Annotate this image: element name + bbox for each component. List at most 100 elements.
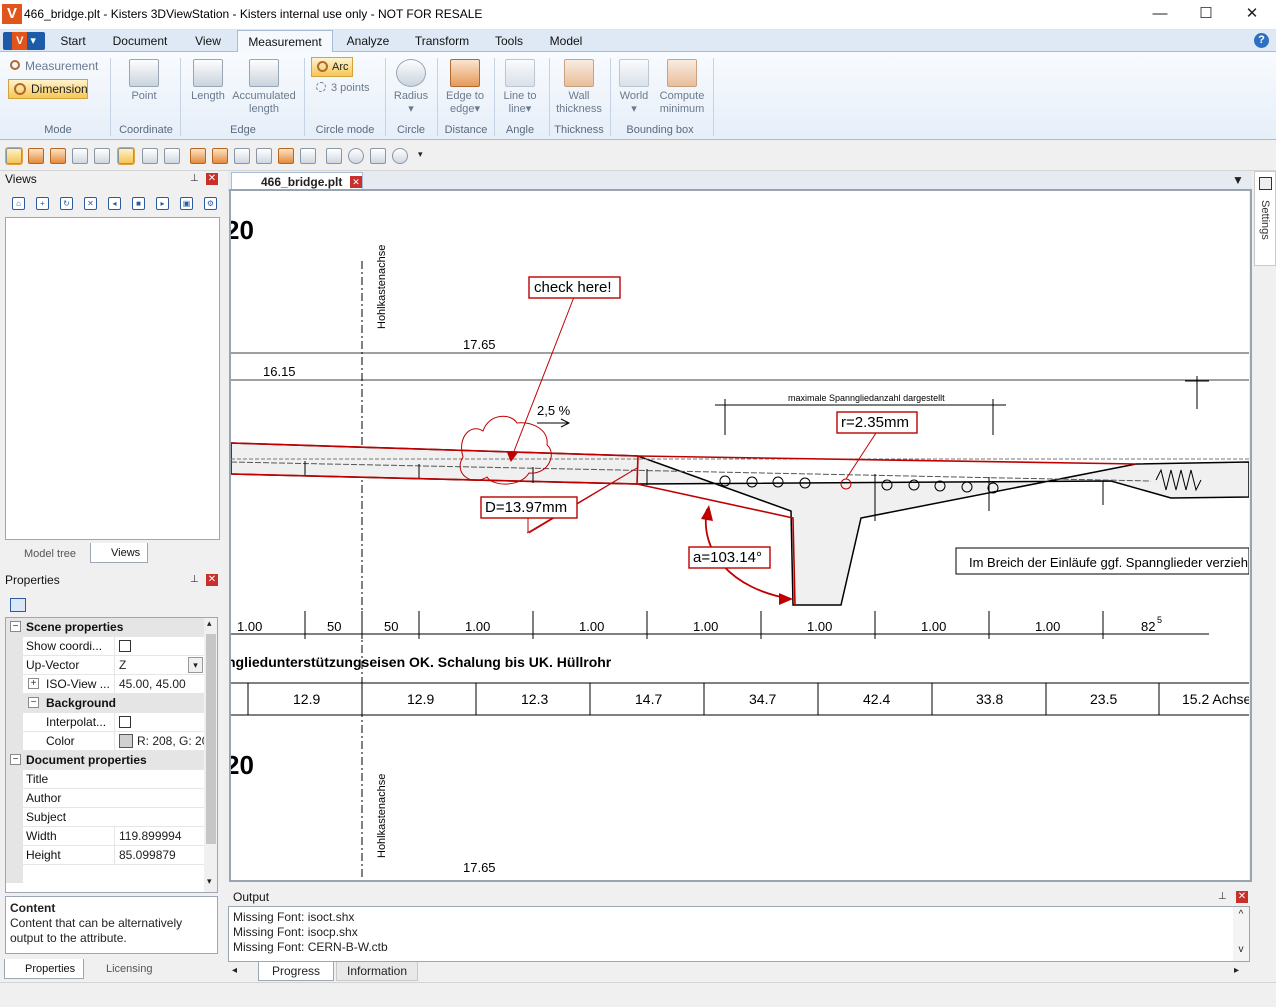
markup-line-icon[interactable] bbox=[326, 148, 342, 164]
pin-icon[interactable]: ⊥ bbox=[190, 173, 199, 184]
height-row[interactable]: Height 85.099879 bbox=[6, 846, 204, 865]
markup-circle-icon[interactable] bbox=[348, 148, 364, 164]
show-coordinates-checkbox[interactable] bbox=[119, 640, 131, 652]
view-settings-icon[interactable]: ⚙ bbox=[204, 197, 217, 210]
drawing-canvas[interactable]: 20 20 Hohlkastenachse Hohlkastenachse 17… bbox=[231, 191, 1249, 880]
cube-view-4-icon[interactable] bbox=[256, 148, 272, 164]
tab-view[interactable]: View bbox=[186, 30, 230, 52]
tab-analyze[interactable]: Analyze bbox=[340, 30, 396, 52]
document-properties-category[interactable]: − Document properties bbox=[6, 751, 204, 770]
line-to-line-button[interactable]: Line to line▾ bbox=[498, 59, 542, 116]
world-bounding-button[interactable]: World ▾ bbox=[614, 59, 654, 116]
background-category[interactable]: − Background bbox=[6, 694, 204, 713]
drawing-fragment-top: 20 bbox=[231, 215, 254, 245]
property-scrollbar[interactable]: ▴ ▾ bbox=[204, 618, 217, 892]
rotate-tool-icon[interactable] bbox=[28, 148, 44, 164]
cube-view-2-icon[interactable] bbox=[212, 148, 228, 164]
close-output-icon[interactable]: ✕ bbox=[1236, 891, 1248, 903]
markup-rectangle-icon[interactable] bbox=[370, 148, 386, 164]
dimension-icon bbox=[14, 83, 26, 95]
scene-properties-category[interactable]: − Scene properties bbox=[6, 618, 204, 637]
tab-information[interactable]: Information bbox=[336, 962, 418, 981]
zoom-window-icon[interactable] bbox=[72, 148, 88, 164]
radius-button[interactable]: Radius ▾ bbox=[390, 59, 432, 116]
cube-view-6-icon[interactable] bbox=[300, 148, 316, 164]
tab-transform[interactable]: Transform bbox=[406, 30, 478, 52]
close-properties-icon[interactable]: ✕ bbox=[206, 574, 218, 586]
minimize-button[interactable]: — bbox=[1137, 0, 1183, 30]
maximize-button[interactable]: ☐ bbox=[1183, 0, 1229, 30]
view-next-icon[interactable]: ▸ bbox=[156, 197, 169, 210]
subject-row[interactable]: Subject bbox=[6, 808, 204, 827]
interpolate-row[interactable]: Interpolat... bbox=[6, 713, 204, 733]
tab-views[interactable]: Views bbox=[90, 543, 148, 563]
cube-view-5-icon[interactable] bbox=[278, 148, 294, 164]
pick-select-icon[interactable] bbox=[117, 147, 135, 165]
cube-view-3-icon[interactable] bbox=[234, 148, 250, 164]
views-list[interactable] bbox=[5, 217, 220, 540]
pan-tool-icon[interactable] bbox=[50, 148, 66, 164]
tab-start[interactable]: Start bbox=[52, 30, 94, 52]
tab-licensing[interactable]: Licensing bbox=[86, 959, 162, 979]
output-scrollbar[interactable]: ^ v bbox=[1233, 907, 1249, 961]
wall-thickness-icon bbox=[564, 59, 594, 87]
close-views-icon[interactable]: ✕ bbox=[206, 173, 218, 185]
select-remove-icon[interactable] bbox=[164, 148, 180, 164]
edge-to-edge-button[interactable]: Edge to edge▾ bbox=[442, 59, 488, 116]
point-button[interactable]: Point bbox=[120, 59, 168, 103]
interpolate-checkbox[interactable] bbox=[119, 716, 131, 728]
three-points-mode-button[interactable]: 3 points bbox=[316, 82, 370, 94]
author-row[interactable]: Author bbox=[6, 789, 204, 808]
measurement-mode-button[interactable]: Measurement bbox=[10, 59, 106, 75]
view-add-icon[interactable]: + bbox=[36, 197, 49, 210]
select-add-icon[interactable] bbox=[142, 148, 158, 164]
3d-viewport[interactable]: 20 20 Hohlkastenachse Hohlkastenachse 17… bbox=[231, 191, 1249, 880]
accumulated-length-button[interactable]: Accumulated length bbox=[230, 59, 298, 116]
pin-output-icon[interactable]: ⊥ bbox=[1218, 891, 1227, 902]
scroll-right-icon[interactable]: ▸ bbox=[1234, 965, 1239, 976]
app-menu-button[interactable]: V ▾ bbox=[3, 32, 45, 50]
settings-side-panel[interactable]: Settings bbox=[1254, 171, 1276, 266]
output-log[interactable]: Missing Font: isoct.shx Missing Font: is… bbox=[228, 906, 1250, 962]
length-button[interactable]: Length bbox=[186, 59, 230, 103]
tab-list-dropdown-icon[interactable]: ▼ bbox=[1232, 173, 1244, 187]
tab-tools[interactable]: Tools bbox=[486, 30, 532, 52]
up-vector-row[interactable]: Up-Vector Z ▾ bbox=[6, 656, 204, 675]
iso-view-row[interactable]: + ISO-View ... 45.00, 45.00 bbox=[6, 675, 204, 694]
markup-cloud-icon[interactable] bbox=[392, 148, 408, 164]
output-line: Missing Font: isoct.shx bbox=[233, 910, 355, 924]
view-prev-icon[interactable]: ◂ bbox=[108, 197, 121, 210]
tab-model[interactable]: Model bbox=[542, 30, 590, 52]
tab-progress[interactable]: Progress bbox=[258, 962, 334, 981]
dimension-mode-button[interactable]: Dimension bbox=[8, 79, 88, 99]
color-swatch[interactable] bbox=[119, 734, 133, 748]
width-row[interactable]: Width 119.899994 bbox=[6, 827, 204, 846]
select-tool-icon[interactable] bbox=[5, 147, 23, 165]
view-home-icon[interactable]: ⌂ bbox=[12, 197, 25, 210]
title-row[interactable]: Title bbox=[6, 770, 204, 789]
view-stop-icon[interactable]: ■ bbox=[132, 197, 145, 210]
show-coordinates-row[interactable]: Show coordi... bbox=[6, 637, 204, 657]
up-vector-dropdown-icon[interactable]: ▾ bbox=[188, 657, 203, 673]
close-tab-icon[interactable]: ✕ bbox=[350, 176, 362, 188]
toolbar-overflow-icon[interactable]: ▾ bbox=[418, 149, 423, 160]
zoom-icon[interactable] bbox=[94, 148, 110, 164]
view-image-icon[interactable]: ▣ bbox=[180, 197, 193, 210]
tab-model-tree[interactable]: Model tree bbox=[4, 544, 88, 564]
tab-measurement[interactable]: Measurement bbox=[237, 30, 333, 53]
cube-view-1-icon[interactable] bbox=[190, 148, 206, 164]
close-button[interactable]: ✕ bbox=[1229, 0, 1275, 30]
view-refresh-icon[interactable]: ↻ bbox=[60, 197, 73, 210]
view-delete-icon[interactable]: ✕ bbox=[84, 197, 97, 210]
pin-properties-icon[interactable]: ⊥ bbox=[190, 574, 199, 585]
tab-document[interactable]: Document bbox=[104, 30, 176, 52]
scroll-left-icon[interactable]: ◂ bbox=[232, 965, 237, 976]
help-icon[interactable]: ? bbox=[1254, 33, 1269, 48]
property-grid[interactable]: − Scene properties Show coordi... Up-Vect… bbox=[5, 617, 218, 893]
wall-thickness-button[interactable]: Wall thickness bbox=[553, 59, 605, 116]
arc-mode-button[interactable]: Arc bbox=[311, 57, 353, 77]
tab-properties[interactable]: Properties bbox=[4, 959, 84, 979]
property-pages-icon[interactable] bbox=[10, 598, 26, 612]
compute-minimum-button[interactable]: Compute minimum bbox=[655, 59, 709, 116]
color-row[interactable]: ColorR: 208, G: 208 bbox=[6, 732, 204, 751]
